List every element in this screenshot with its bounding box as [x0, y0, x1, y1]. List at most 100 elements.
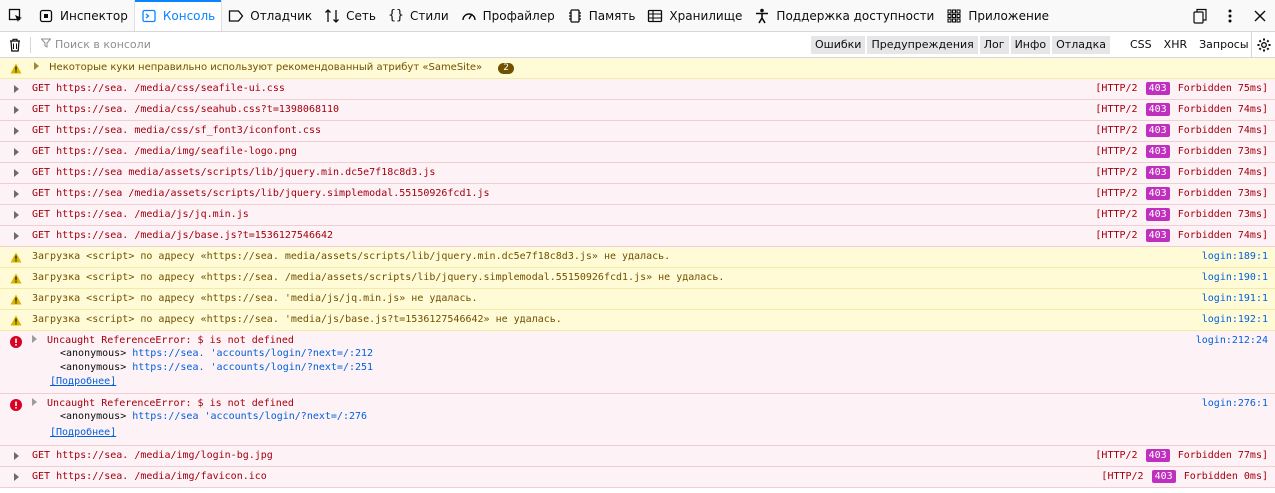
- expand-arrow-icon[interactable]: [10, 209, 22, 221]
- console-error[interactable]: Uncaught ReferenceError: $ is not define…: [0, 331, 1275, 394]
- response-status: [HTTP/2 403 Forbidden 0ms]: [1101, 467, 1268, 487]
- console-search[interactable]: [31, 38, 255, 51]
- learn-more-link[interactable]: [Подробнее]: [50, 372, 116, 392]
- network-message[interactable]: GET https://sea. /media/css/seafile-ui.c…: [0, 79, 1275, 100]
- source-location-link[interactable]: login:276:1: [1202, 394, 1268, 414]
- expand-arrow-icon[interactable]: [10, 471, 22, 483]
- expand-arrow-icon[interactable]: [10, 83, 22, 95]
- status-code-badge: 403: [1145, 166, 1170, 179]
- console-warning[interactable]: Загрузка <script> по адресу «https://sea…: [0, 289, 1275, 310]
- expand-arrow-icon[interactable]: [10, 230, 22, 242]
- network-message[interactable]: GET https://sea media/assets/scripts/lib…: [0, 163, 1275, 184]
- tab-accessibility[interactable]: Поддержка доступности: [748, 0, 940, 31]
- filter-css-button[interactable]: CSS: [1126, 36, 1156, 54]
- console-error[interactable]: Uncaught ReferenceError: $ is not define…: [0, 394, 1275, 446]
- tab-style-editor[interactable]: {} Стили: [382, 0, 455, 31]
- filter-info-button[interactable]: Инфо: [1010, 36, 1051, 54]
- style-editor-icon: {}: [388, 8, 404, 23]
- warning-text: Загрузка <script> по адресу «https://sea…: [32, 272, 725, 283]
- dock-mode-icon[interactable]: [1185, 0, 1215, 32]
- warning-icon: [10, 314, 22, 326]
- console-warning[interactable]: Загрузка <script> по адресу «https://sea…: [0, 310, 1275, 331]
- filter-requests-button[interactable]: Запросы: [1195, 36, 1252, 54]
- network-message[interactable]: GET https://sea. /media/js/jq.min.js [HT…: [0, 205, 1275, 226]
- stack-frame-link[interactable]: https://sea 'accounts/login/?next=/:276: [132, 411, 367, 422]
- source-location-link[interactable]: login:191:1: [1202, 289, 1268, 309]
- expand-arrow-icon[interactable]: [10, 167, 22, 179]
- network-message[interactable]: GET https://sea. /media/css/seahub.css?t…: [0, 100, 1275, 121]
- http-protocol: [HTTP/2: [1095, 167, 1138, 178]
- tab-network[interactable]: Сеть: [318, 0, 382, 31]
- expand-arrow-icon[interactable]: [10, 104, 22, 116]
- tab-style-editor-label: Стили: [409, 8, 449, 23]
- tab-storage[interactable]: Хранилище: [641, 0, 748, 31]
- tab-console[interactable]: Консоль: [133, 0, 223, 31]
- filter-errors-button[interactable]: Ошибки: [811, 36, 866, 54]
- tab-profiler[interactable]: Профайлер: [455, 0, 561, 31]
- request-url: GET https://sea. /media/img/seafile-logo…: [32, 146, 297, 157]
- source-location-link[interactable]: login:212:24: [1196, 331, 1268, 351]
- network-message[interactable]: GET https://sea. /media/js/base.js?t=153…: [0, 226, 1275, 247]
- filter-debug-button[interactable]: Отладка: [1052, 36, 1110, 54]
- tab-inspector[interactable]: Инспектор: [32, 0, 134, 31]
- status-code-badge: 403: [1145, 208, 1170, 221]
- expand-arrow-icon[interactable]: [34, 62, 39, 70]
- expand-arrow-icon[interactable]: [10, 450, 22, 462]
- expand-arrow-icon[interactable]: [10, 146, 22, 158]
- status-code-badge: 403: [1145, 449, 1170, 462]
- response-status: [HTTP/2 403 Forbidden 77ms]: [1095, 446, 1268, 466]
- tab-accessibility-label: Поддержка доступности: [776, 8, 935, 23]
- filter-log-button[interactable]: Лог: [979, 36, 1009, 54]
- request-url: GET https://sea. /media/js/base.js?t=153…: [32, 230, 334, 241]
- source-location-link[interactable]: login:192:1: [1202, 310, 1268, 330]
- tab-application[interactable]: Приложение: [940, 0, 1055, 31]
- tab-memory[interactable]: Память: [561, 0, 642, 31]
- status-text: Forbidden 73ms]: [1177, 146, 1268, 157]
- request-url: GET https://sea. /media/css/seahub.css?t…: [32, 104, 340, 115]
- request-url: GET https://sea /media/assets/scripts/li…: [32, 188, 490, 199]
- status-code-badge: 403: [1145, 82, 1170, 95]
- filter-warnings-button[interactable]: Предупреждения: [867, 36, 978, 54]
- http-protocol: [HTTP/2: [1095, 146, 1138, 157]
- console-settings-gear-icon[interactable]: [1251, 32, 1275, 58]
- console-filter-bar: Ошибки Предупреждения Лог Инфо Отладка C…: [0, 32, 1275, 58]
- stack-frame-link[interactable]: https://sea. 'accounts/login/?next=/:251: [132, 362, 373, 373]
- filter-xhr-button[interactable]: XHR: [1160, 36, 1191, 54]
- profiler-icon: [461, 8, 477, 24]
- element-picker-icon[interactable]: [0, 0, 32, 31]
- more-options-icon[interactable]: [1215, 0, 1245, 32]
- http-protocol: [HTTP/2: [1095, 230, 1138, 241]
- expand-arrow-icon[interactable]: [32, 335, 37, 343]
- network-message[interactable]: GET https://sea /media/assets/scripts/li…: [0, 184, 1275, 205]
- toolbar-right-controls: [1185, 0, 1275, 32]
- http-protocol: [HTTP/2: [1095, 125, 1138, 136]
- status-text: Forbidden 73ms]: [1177, 188, 1268, 199]
- response-status: [HTTP/2 403 Forbidden 74ms]: [1095, 100, 1268, 120]
- network-message[interactable]: GET https://sea. /media/img/seafile-logo…: [0, 142, 1275, 163]
- clear-console-icon[interactable]: [0, 38, 30, 52]
- close-devtools-icon[interactable]: [1245, 0, 1275, 32]
- network-message[interactable]: GET https://sea. media/css/sf_font3/icon…: [0, 121, 1275, 142]
- console-search-input[interactable]: [55, 38, 255, 51]
- warning-text: Загрузка <script> по адресу «https://sea…: [32, 251, 671, 262]
- console-warning[interactable]: Загрузка <script> по адресу «https://sea…: [0, 247, 1275, 268]
- expand-arrow-icon[interactable]: [32, 398, 37, 406]
- console-icon: [141, 8, 157, 24]
- warning-text: Загрузка <script> по адресу «https://sea…: [32, 293, 478, 304]
- http-protocol: [HTTP/2: [1101, 471, 1144, 482]
- learn-more-link[interactable]: [Подробнее]: [50, 423, 116, 443]
- status-text: Forbidden 74ms]: [1177, 104, 1268, 115]
- expand-arrow-icon[interactable]: [10, 125, 22, 137]
- status-code-badge: 403: [1145, 187, 1170, 200]
- network-message[interactable]: GET https://sea. /media/img/login-bg.jpg…: [0, 446, 1275, 467]
- samesite-warning-text: Некоторые куки неправильно используют ре…: [49, 62, 483, 73]
- source-location-link[interactable]: login:189:1: [1202, 247, 1268, 267]
- console-warning-samesite[interactable]: Некоторые куки неправильно используют ре…: [0, 58, 1275, 79]
- network-message[interactable]: GET https://sea. /media/img/favicon.ico …: [0, 467, 1275, 488]
- tab-debugger[interactable]: Отладчик: [222, 0, 318, 31]
- expand-arrow-icon[interactable]: [10, 188, 22, 200]
- console-warning[interactable]: Загрузка <script> по адресу «https://sea…: [0, 268, 1275, 289]
- debugger-icon: [228, 8, 244, 24]
- source-location-link[interactable]: login:190:1: [1202, 268, 1268, 288]
- storage-icon: [647, 8, 663, 24]
